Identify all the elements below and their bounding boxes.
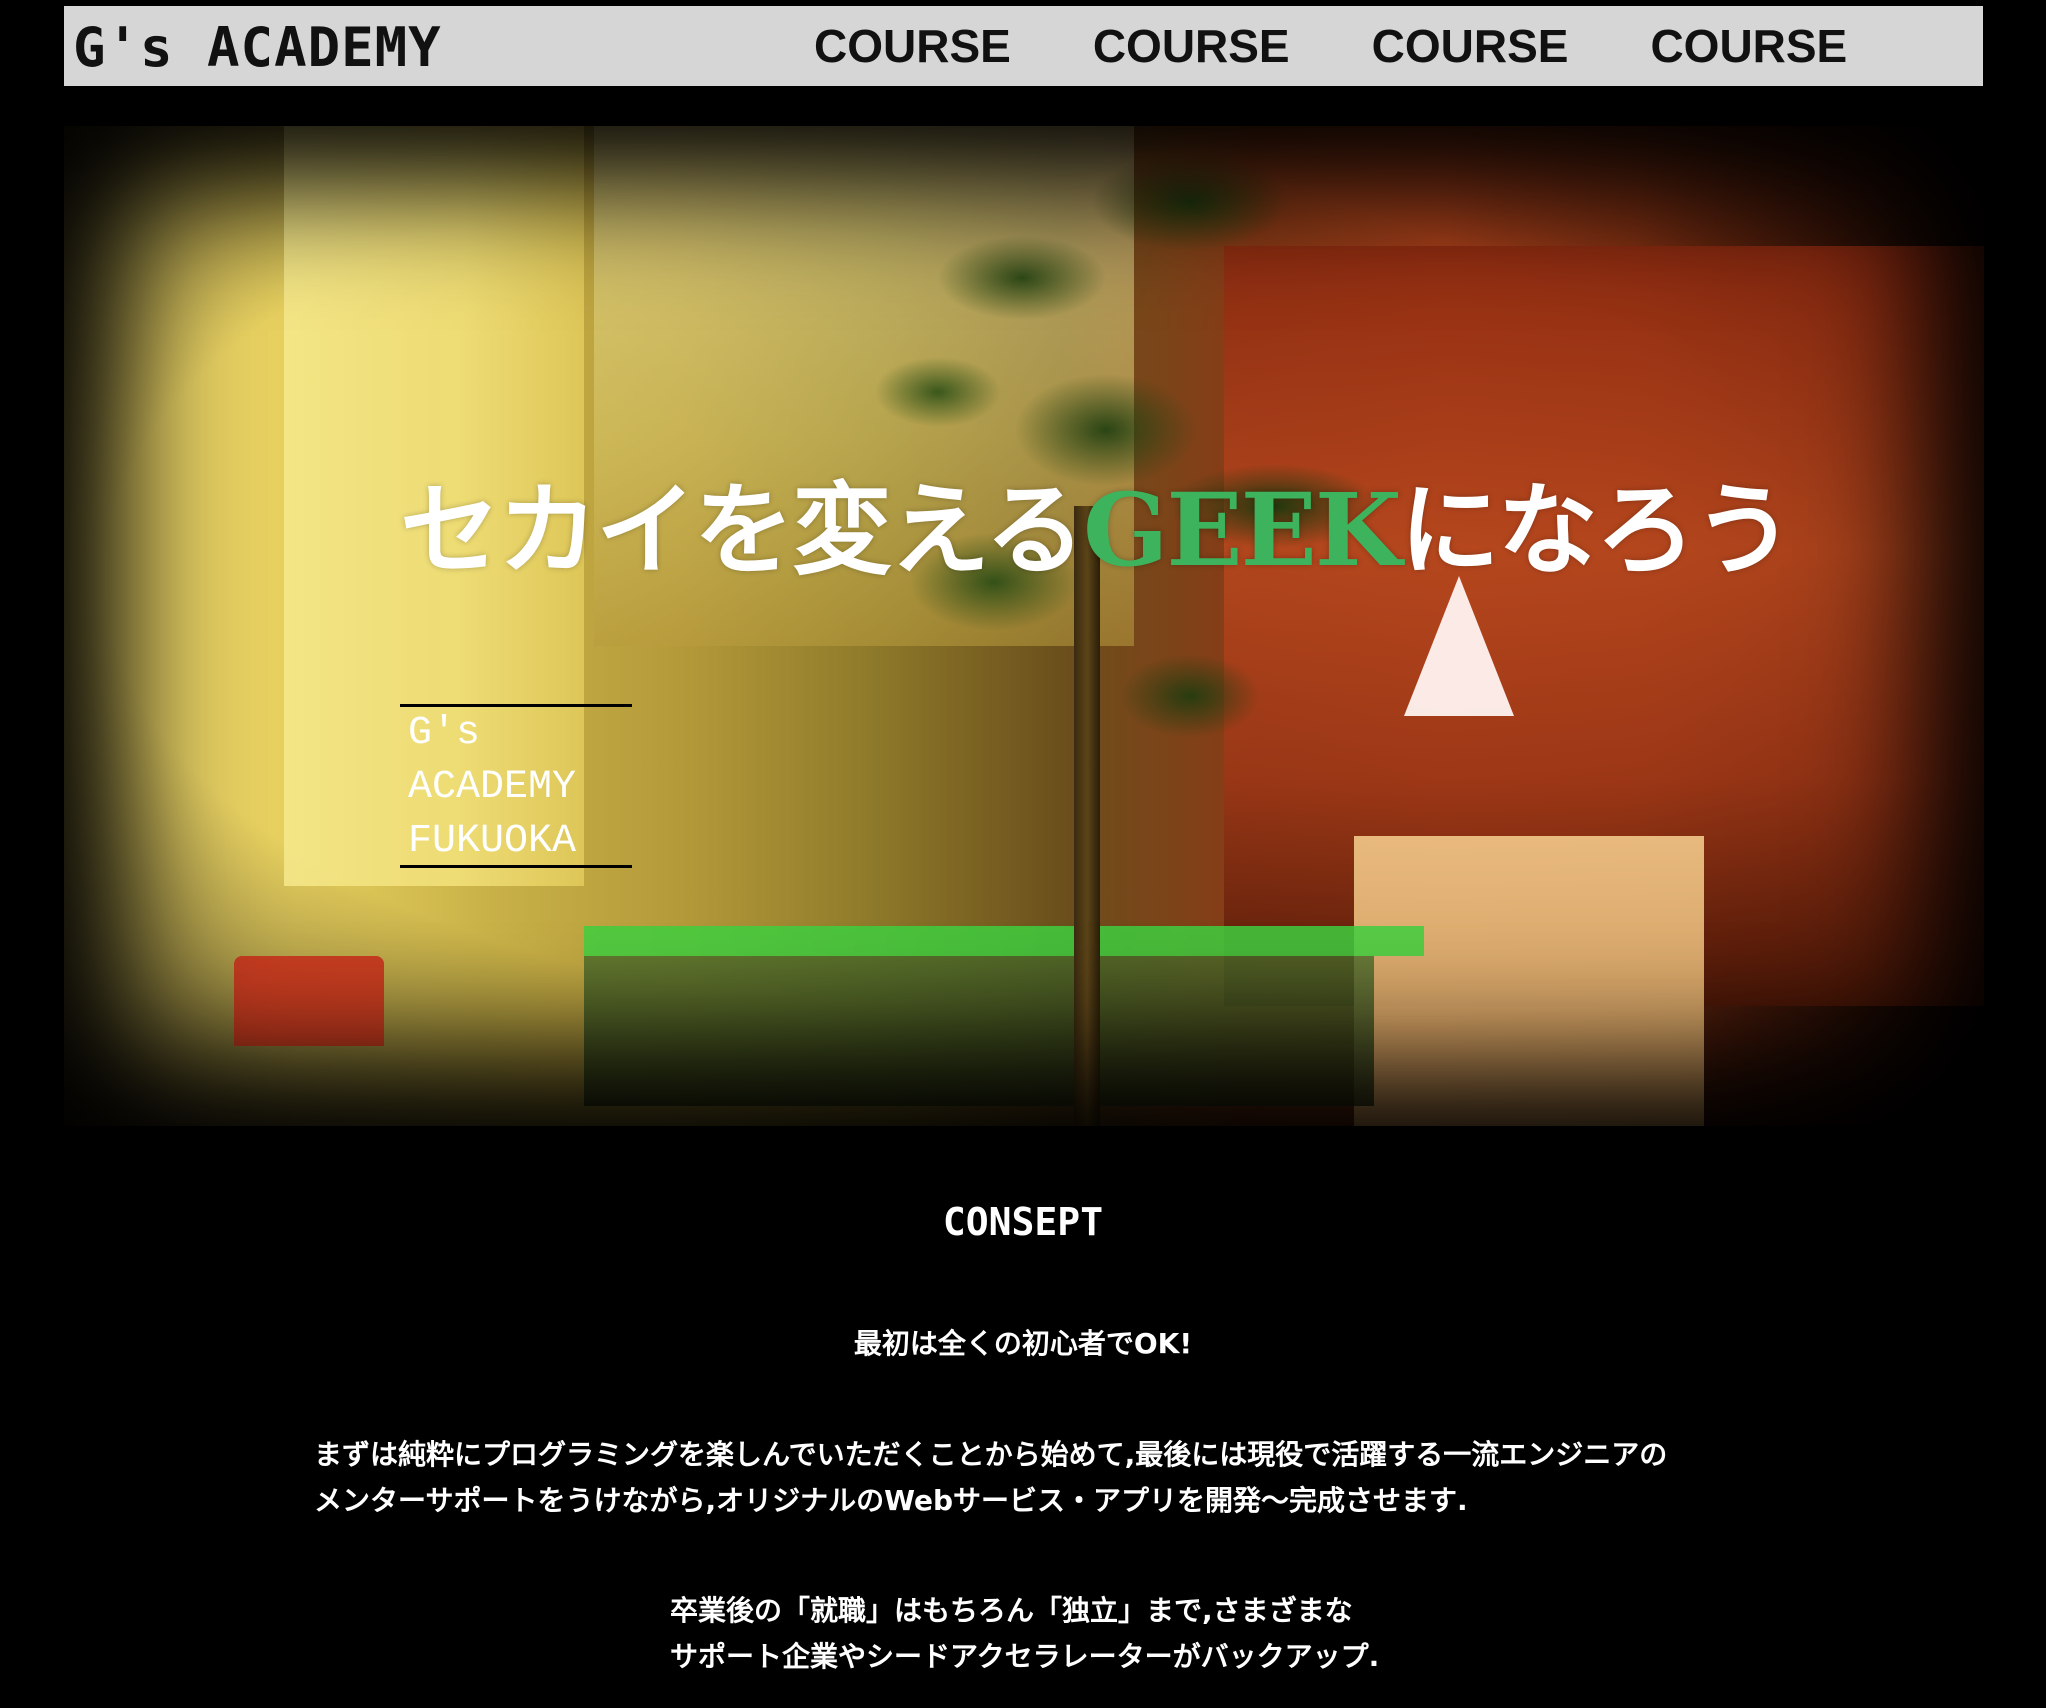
concept-body-line-1: まずは純粋にプログラミングを楽しんでいただくことから始めて,最後には現役で活躍す…: [314, 1438, 1668, 1471]
concept-body-line-2: メンターサポートをうけながら,オリジナルのWebサービス・アプリを開発〜完成させ…: [314, 1484, 1468, 1517]
nav-item-course-2[interactable]: COURSE: [1093, 19, 1290, 73]
hero-photo-desk-base: [584, 956, 1374, 1106]
nav-item-course-1[interactable]: COURSE: [814, 19, 1011, 73]
concept-support: 卒業後の「就職」はもちろん「独立」まで,さまざまな サポート企業やシードアクセラ…: [670, 1588, 1470, 1680]
nav-item-course-4[interactable]: COURSE: [1650, 19, 1847, 73]
concept-title: CONSEPT: [942, 1199, 1104, 1244]
hero-title: セカイを変えるGEEKになろう: [400, 465, 1794, 596]
concept-support-line-1: 卒業後の「就職」はもちろん「独立」まで,さまざまな: [670, 1594, 1353, 1627]
hero-badge-line-3: FUKUOKA: [408, 819, 577, 864]
nav-item-course-3[interactable]: COURSE: [1372, 19, 1569, 73]
hero-section: セカイを変えるGEEKになろう G's ACADEMY FUKUOKA: [64, 126, 1984, 1126]
hero-title-after: になろう: [1399, 472, 1794, 589]
concept-body: まずは純粋にプログラミングを楽しんでいただくことから始めて,最後には現役で活躍す…: [314, 1432, 1774, 1524]
hero-photo-plant-trunk: [1074, 506, 1100, 1126]
hero-photo-desk: [584, 926, 1424, 956]
hero-title-before: セカイを変える: [400, 472, 1085, 589]
site-header: G's ACADEMY COURSE COURSE COURSE COURSE: [64, 6, 1983, 86]
hero-title-highlight: GEEK: [1083, 471, 1402, 589]
hero-photo-chair: [234, 956, 384, 1046]
concept-lead: 最初は全くの初心者でOK!: [853, 1327, 1193, 1360]
hero-badge-line-1: G's: [408, 711, 481, 756]
hero-photo-lamp: [1404, 576, 1514, 716]
hero-badge: G's ACADEMY FUKUOKA: [400, 704, 632, 868]
hero-badge-line-2: ACADEMY: [408, 765, 577, 810]
main-nav: COURSE COURSE COURSE COURSE: [814, 6, 1847, 86]
site-logo[interactable]: G's ACADEMY: [73, 16, 442, 80]
concept-support-line-2: サポート企業やシードアクセラレーターがバックアップ.: [670, 1640, 1380, 1673]
